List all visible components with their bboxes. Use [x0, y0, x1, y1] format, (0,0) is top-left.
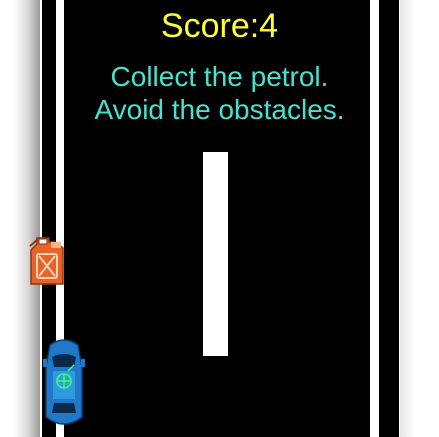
- player-car-icon: [43, 339, 85, 425]
- lane-divider: [203, 152, 228, 356]
- instruction-line-2: Avoid the obstacles.: [94, 94, 345, 125]
- game-canvas[interactable]: Score:4 Collect the petrol. Avoid the ob…: [0, 0, 439, 437]
- score-display: Score:4: [160, 7, 279, 45]
- petrol-can-icon: [29, 237, 64, 285]
- instruction-line-1: Collect the petrol.: [110, 61, 329, 92]
